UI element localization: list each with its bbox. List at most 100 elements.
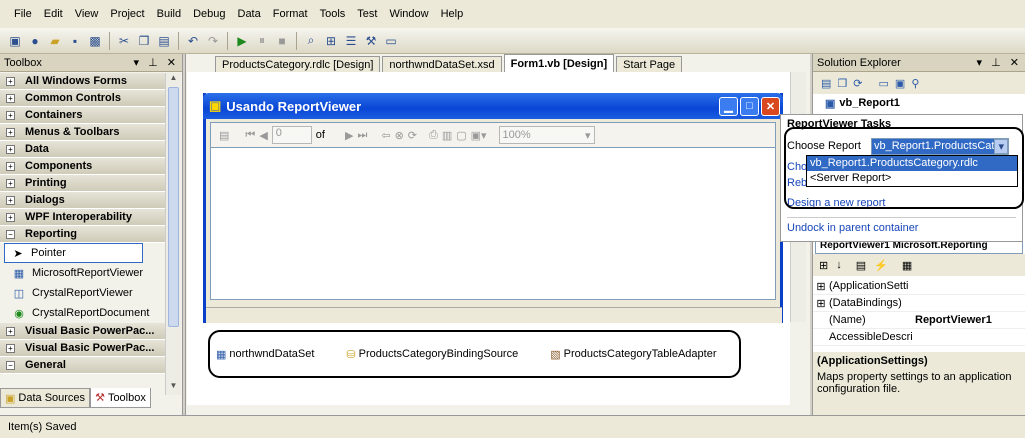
- refresh-icon[interactable]: ⟳: [408, 129, 417, 142]
- tab-form1-design[interactable]: Form1.vb [Design]: [503, 54, 615, 72]
- menu-debug[interactable]: Debug: [187, 8, 231, 20]
- menu-help[interactable]: Help: [435, 8, 470, 20]
- add-item-icon[interactable]: ●: [26, 32, 44, 50]
- previous-page-icon[interactable]: ◀: [259, 129, 267, 142]
- start-debug-icon[interactable]: ▶: [233, 32, 251, 50]
- category-vb-powerpacks-1[interactable]: + Visual Basic PowerPac...: [0, 323, 165, 340]
- category-all-windows-forms[interactable]: + All Windows Forms: [0, 73, 165, 90]
- properties-icon[interactable]: ▤: [821, 77, 831, 90]
- view-code-icon[interactable]: ▭: [879, 77, 889, 90]
- close-icon[interactable]: ✕: [761, 96, 780, 116]
- tab-toolbox[interactable]: ⚒ Toolbox: [90, 388, 151, 408]
- tray-item-tableadapter[interactable]: ▧ ProductsCategoryTableAdapter: [550, 348, 716, 361]
- view-designer-icon[interactable]: ▣: [895, 77, 905, 90]
- dropdown-icon[interactable]: ▾: [134, 57, 140, 69]
- save-all-icon[interactable]: ▩: [86, 32, 104, 50]
- property-row[interactable]: ⊞ (ApplicationSetti: [813, 278, 1025, 295]
- menu-tools[interactable]: Tools: [314, 8, 352, 20]
- redo-icon[interactable]: ↷: [204, 32, 222, 50]
- category-containers[interactable]: + Containers: [0, 107, 165, 124]
- open-folder-icon[interactable]: ▰: [46, 32, 64, 50]
- category-printing[interactable]: + Printing: [0, 175, 165, 192]
- minimize-icon[interactable]: ▁: [719, 96, 738, 116]
- menu-edit[interactable]: Edit: [38, 8, 69, 20]
- category-common-controls[interactable]: + Common Controls: [0, 90, 165, 107]
- category-wpf-interoperability[interactable]: + WPF Interoperability: [0, 209, 165, 226]
- page-setup-icon[interactable]: ▢: [456, 129, 466, 142]
- category-vb-powerpacks-2[interactable]: + Visual Basic PowerPac...: [0, 340, 165, 357]
- property-row[interactable]: (Name) ReportViewer1: [813, 312, 1025, 329]
- toolbox-icon[interactable]: ⚒: [362, 32, 380, 50]
- maximize-icon[interactable]: □: [740, 96, 759, 116]
- tab-data-sources[interactable]: ▣ Data Sources: [0, 388, 91, 408]
- alphabetical-icon[interactable]: ↓: [836, 259, 842, 271]
- properties-icon[interactable]: ☰: [342, 32, 360, 50]
- toolbox-item-microsoftreportviewer[interactable]: ▦ MicrosoftReportViewer: [0, 263, 165, 283]
- form-horizontal-scrollbar[interactable]: [206, 307, 782, 323]
- toggle-docmap-icon[interactable]: ▤: [219, 129, 229, 142]
- toolbox-scrollbar[interactable]: ▲ ▼: [165, 73, 181, 395]
- stop-icon[interactable]: ■: [273, 32, 291, 50]
- scroll-up-icon[interactable]: ▲: [166, 73, 181, 87]
- properties-icon[interactable]: ▤: [856, 259, 866, 272]
- categorized-icon[interactable]: ⊞: [819, 259, 828, 272]
- export-icon[interactable]: ▣▾: [471, 129, 487, 142]
- pause-icon[interactable]: ⏸: [253, 32, 271, 50]
- close-icon[interactable]: ✕: [1010, 57, 1019, 69]
- menu-window[interactable]: Window: [383, 8, 434, 20]
- class-diagram-icon[interactable]: ⚲: [911, 77, 919, 90]
- category-menus-toolbars[interactable]: + Menus & Toolbars: [0, 124, 165, 141]
- menu-file[interactable]: File: [8, 8, 38, 20]
- category-reporting[interactable]: − Reporting: [0, 226, 165, 243]
- category-components[interactable]: + Components: [0, 158, 165, 175]
- property-pages-icon[interactable]: ▦: [902, 259, 912, 272]
- stop-icon[interactable]: ⊗: [395, 129, 404, 142]
- undock-link[interactable]: Undock in parent container: [781, 218, 1022, 238]
- scroll-thumb[interactable]: [168, 87, 179, 327]
- dropdown-icon[interactable]: ▾: [977, 57, 983, 69]
- menu-data[interactable]: Data: [232, 8, 267, 20]
- menu-format[interactable]: Format: [267, 8, 314, 20]
- first-page-icon[interactable]: ⏮: [245, 129, 255, 142]
- page-number-input[interactable]: 0: [271, 126, 312, 144]
- menu-view[interactable]: View: [69, 8, 105, 20]
- cut-icon[interactable]: ✂: [115, 32, 133, 50]
- undo-icon[interactable]: ↶: [184, 32, 202, 50]
- tab-northwnddataset-xsd[interactable]: northwndDataSet.xsd: [382, 56, 502, 72]
- toolbox-item-crystalreportdocument[interactable]: ◉ CrystalReportDocument: [0, 303, 165, 323]
- print-icon[interactable]: ⎙: [429, 129, 438, 142]
- project-node[interactable]: ▣ vb_Report1: [813, 94, 1025, 112]
- pin-icon[interactable]: ⊥: [991, 57, 1001, 69]
- print-layout-icon[interactable]: ▥: [442, 129, 452, 142]
- zoom-select[interactable]: 100% ▾: [498, 126, 595, 144]
- find-icon[interactable]: ⌕: [302, 32, 320, 50]
- events-icon[interactable]: ⚡: [874, 259, 888, 272]
- back-icon[interactable]: ⇦: [381, 129, 390, 142]
- property-row[interactable]: ⊞ (DataBindings): [813, 295, 1025, 312]
- menu-test[interactable]: Test: [351, 8, 383, 20]
- menu-build[interactable]: Build: [151, 8, 187, 20]
- property-row[interactable]: AccessibleDescri: [813, 329, 1025, 346]
- next-page-icon[interactable]: ▶: [345, 129, 353, 142]
- tab-productscategory-rdlc[interactable]: ProductsCategory.rdlc [Design]: [215, 56, 381, 72]
- output-icon[interactable]: ▭: [382, 32, 400, 50]
- menu-project[interactable]: Project: [104, 8, 150, 20]
- category-general[interactable]: − General: [0, 357, 165, 374]
- toolbox-item-crystalreportviewer[interactable]: ◫ CrystalReportViewer: [0, 283, 165, 303]
- last-page-icon[interactable]: ⏭: [357, 129, 367, 142]
- solution-explorer-icon[interactable]: ⊞: [322, 32, 340, 50]
- tray-item-bindingsource[interactable]: ⛁ ProductsCategoryBindingSource: [346, 348, 518, 361]
- category-data[interactable]: + Data: [0, 141, 165, 158]
- new-project-icon[interactable]: ▣: [6, 32, 24, 50]
- refresh-icon[interactable]: ⟳: [853, 77, 862, 90]
- show-all-files-icon[interactable]: ❐: [837, 77, 847, 90]
- save-icon[interactable]: ▪: [66, 32, 84, 50]
- toolbox-item-pointer[interactable]: ➤ Pointer: [4, 243, 143, 263]
- category-dialogs[interactable]: + Dialogs: [0, 192, 165, 209]
- paste-icon[interactable]: ▤: [155, 32, 173, 50]
- tray-item-dataset[interactable]: ▦ northwndDataSet: [216, 348, 314, 361]
- tab-start-page[interactable]: Start Page: [616, 56, 683, 72]
- pin-icon[interactable]: ⊥: [148, 57, 158, 69]
- close-icon[interactable]: ✕: [167, 57, 176, 69]
- copy-icon[interactable]: ❐: [135, 32, 153, 50]
